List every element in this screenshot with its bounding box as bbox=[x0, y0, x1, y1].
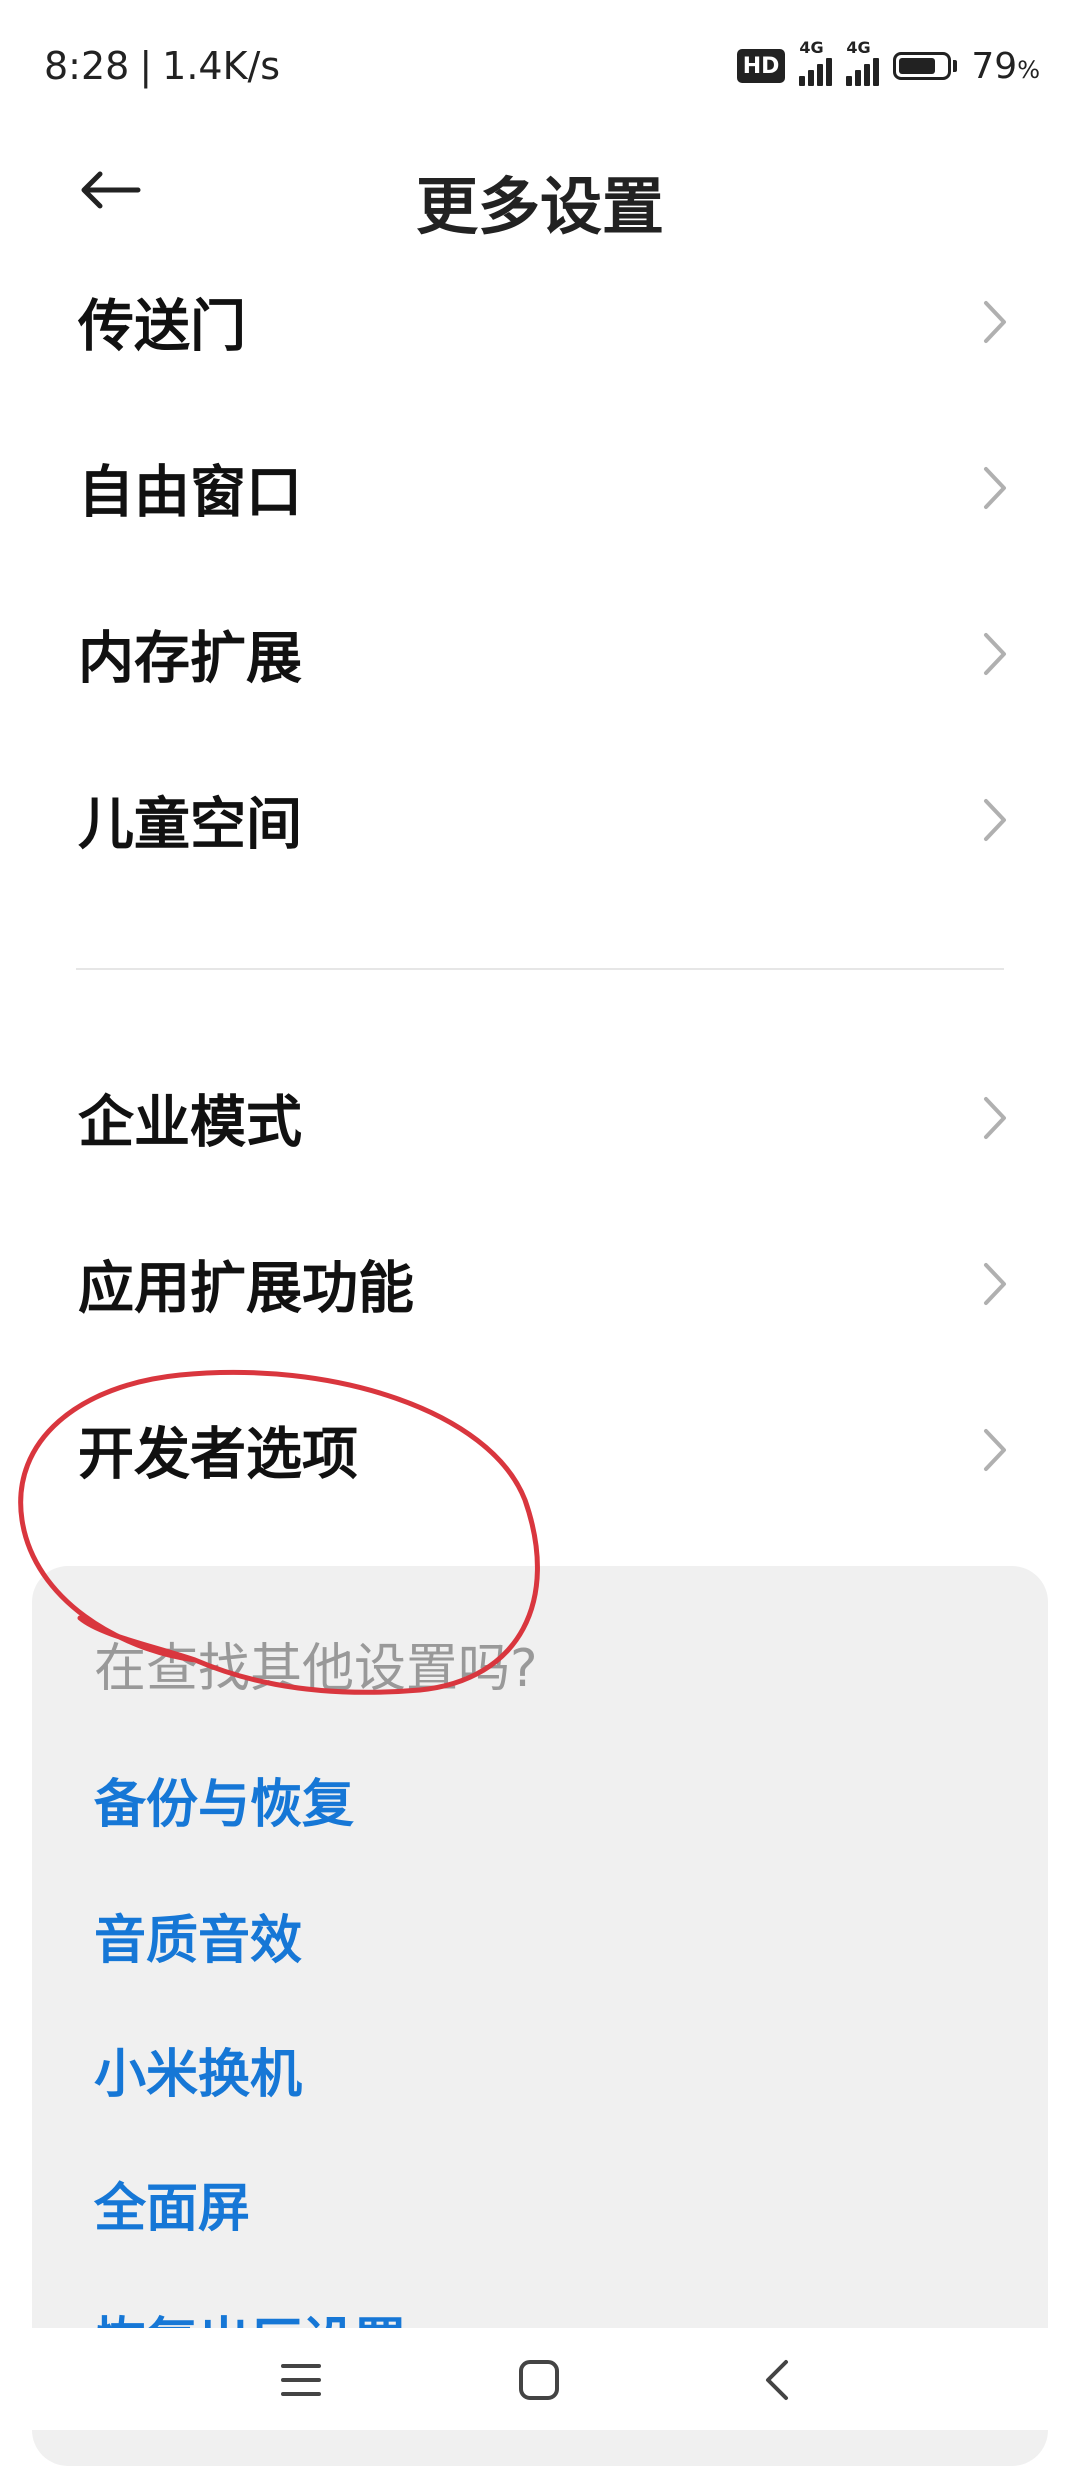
chevron-right-icon bbox=[984, 799, 1006, 841]
signal-2-tag: 4G bbox=[846, 38, 871, 57]
chevron-right-icon bbox=[984, 633, 1006, 675]
signal-bar bbox=[855, 70, 862, 86]
navigation-bar bbox=[0, 2328, 1080, 2430]
list-item-kids-space[interactable]: 儿童空间 bbox=[0, 740, 1080, 900]
battery-fill bbox=[899, 58, 936, 74]
signal-bar bbox=[808, 70, 815, 86]
status-bar: 8:28 | 1.4K/s HD 4G 4G 79% bbox=[0, 0, 1080, 140]
list-item-label: 内存扩展 bbox=[78, 626, 302, 692]
signal-bar bbox=[864, 64, 871, 86]
status-right: HD 4G 4G 79% bbox=[736, 38, 1040, 88]
battery-value: 79 bbox=[971, 45, 1018, 87]
network-speed: 1.4K/s bbox=[162, 44, 281, 88]
suggestion-link-full-screen[interactable]: 全面屏 bbox=[94, 2166, 250, 2241]
menu-button[interactable] bbox=[266, 2350, 336, 2410]
signal-1-icon: 4G bbox=[799, 38, 833, 86]
hd-voice-icon: HD bbox=[736, 49, 786, 83]
menu-icon bbox=[281, 2364, 321, 2396]
signal-bar bbox=[846, 76, 853, 86]
list-item-label: 企业模式 bbox=[78, 1090, 302, 1156]
list-item-label: 儿童空间 bbox=[78, 792, 302, 858]
page-title: 更多设置 bbox=[415, 170, 664, 243]
suggestion-link-mi-mover[interactable]: 小米换机 bbox=[94, 2032, 302, 2107]
home-square-icon bbox=[519, 2360, 559, 2400]
list-item-app-extensions[interactable]: 应用扩展功能 bbox=[0, 1204, 1080, 1364]
list-item-developer-options[interactable]: 开发者选项 bbox=[0, 1370, 1080, 1530]
battery-percentage: 79% bbox=[971, 46, 1040, 87]
signal-bar bbox=[817, 64, 824, 86]
status-time: 8:28 bbox=[44, 44, 130, 88]
header: 更多设置 bbox=[0, 130, 1080, 250]
nav-back-button[interactable] bbox=[742, 2350, 812, 2410]
list-item-memory-extension[interactable]: 内存扩展 bbox=[0, 574, 1080, 734]
chevron-right-icon bbox=[984, 301, 1006, 343]
chevron-right-icon bbox=[984, 1097, 1006, 1139]
chevron-right-icon bbox=[984, 1429, 1006, 1471]
list-item-label: 自由窗口 bbox=[78, 460, 302, 526]
battery-tip bbox=[953, 60, 958, 72]
suggestions-title: 在查找其他设置吗? bbox=[94, 1639, 538, 1699]
signal-bar bbox=[873, 58, 880, 86]
list-item-enterprise-mode[interactable]: 企业模式 bbox=[0, 1038, 1080, 1198]
chevron-right-icon bbox=[984, 1263, 1006, 1305]
list-item-label: 开发者选项 bbox=[78, 1422, 358, 1488]
suggestion-link-sound-quality[interactable]: 音质音效 bbox=[94, 1898, 302, 1973]
signal-2-icon: 4G bbox=[846, 38, 880, 86]
battery-unit: % bbox=[1017, 55, 1040, 84]
signal-bar bbox=[799, 76, 806, 86]
back-chevron-icon bbox=[766, 2360, 788, 2400]
list-item-free-window[interactable]: 自由窗口 bbox=[0, 408, 1080, 568]
list-item-label: 应用扩展功能 bbox=[78, 1256, 414, 1322]
chevron-right-icon bbox=[984, 467, 1006, 509]
list-item-label: 传送门 bbox=[78, 294, 246, 360]
section-divider bbox=[76, 968, 1004, 970]
status-left: 8:28 | 1.4K/s bbox=[44, 44, 280, 88]
battery-body bbox=[893, 52, 952, 80]
home-button[interactable] bbox=[504, 2350, 574, 2410]
signal-1-tag: 4G bbox=[799, 38, 824, 57]
signal-bar bbox=[826, 58, 833, 86]
list-item-portal[interactable]: 传送门 bbox=[0, 242, 1080, 402]
battery-icon bbox=[893, 52, 958, 80]
suggestion-link-backup-restore[interactable]: 备份与恢复 bbox=[94, 1762, 354, 1837]
status-separator: | bbox=[139, 44, 153, 88]
